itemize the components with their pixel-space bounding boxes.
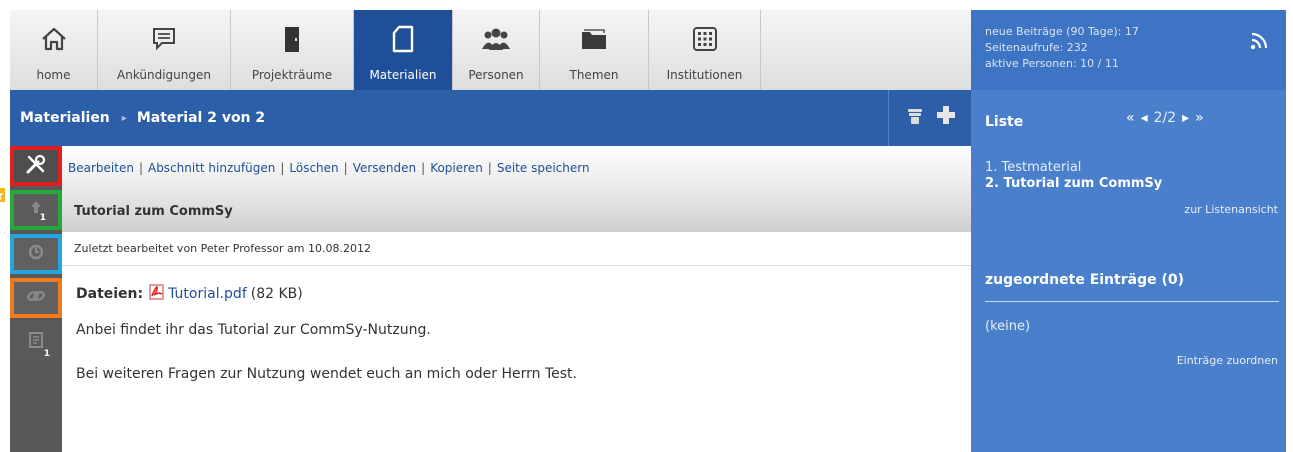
assign-entries-link[interactable]: Einträge zuordnen [1177,354,1278,367]
tab-label: Institutionen [666,68,743,82]
tab-institutions[interactable]: Institutionen [649,10,761,90]
list-item[interactable]: 1. Testmaterial [985,160,1162,176]
history-icon [27,243,45,265]
main-navigation: home Ankündigungen Projekträume Material… [10,10,971,90]
folder-icon [579,24,609,54]
copy-link[interactable]: Kopieren [430,161,483,175]
tab-project-rooms[interactable]: Projekträume [231,10,354,90]
item-title-bar: Tutorial zum CommSy [62,190,971,232]
separator: | [487,161,492,175]
announcement-icon [149,24,179,54]
new-posts-stat: neue Beiträge (90 Tage): 17 [985,25,1139,38]
item-tools-column: 1 1 [10,146,62,452]
file-link[interactable]: Tutorial.pdf [168,286,247,302]
tab-materials[interactable]: Materialien [354,10,453,90]
divider [888,90,889,146]
previous-page-icon[interactable]: ◂ [1141,110,1148,126]
upload-button[interactable]: 1 [10,190,62,230]
add-section-link[interactable]: Abschnitt hinzufügen [148,161,275,175]
room-statistics: neue Beiträge (90 Tage): 17 Seitenaufruf… [971,10,1286,90]
annotation-count: 1 [43,349,50,359]
breadcrumb: Materialien ▸ Material 2 von 2 [10,90,971,146]
last-edited-bar: Zuletzt bearbeitet von Peter Professor a… [62,232,971,266]
pdf-icon [149,284,165,304]
tab-label: Personen [468,68,524,82]
list-item-current[interactable]: 2. Tutorial zum CommSy [985,176,1162,192]
tab-home[interactable]: home [10,10,98,90]
link-icon [26,288,46,308]
breadcrumb-current: Material 2 von 2 [136,110,266,126]
upload-count: 1 [39,213,46,223]
document-icon [388,24,418,54]
door-icon [277,24,307,54]
active-persons-stat: aktive Personen: 10 / 11 [985,57,1119,70]
material-list: 1. Testmaterial 2. Tutorial zum CommSy [985,160,1162,192]
tab-label: Materialien [369,68,437,82]
rss-icon[interactable] [1250,32,1268,55]
next-page-icon[interactable]: ▸ [1182,110,1189,126]
description-paragraph: Bei weiteren Fragen zur Nutzung wendet e… [76,366,577,382]
divider [985,301,1279,302]
separator: | [343,161,348,175]
add-icon[interactable] [936,105,956,129]
save-page-link[interactable]: Seite speichern [497,161,590,175]
file-size: (82 KB) [250,286,303,302]
building-icon [690,24,720,54]
tab-label: Projekträume [251,68,333,82]
action-bar: Bearbeiten | Abschnitt hinzufügen | Lösc… [62,146,971,190]
assigned-entries-title: zugeordnete Einträge (0) [985,272,1185,288]
home-icon [39,24,69,54]
wrench-screwdriver-icon [25,153,47,179]
separator: | [280,161,285,175]
trash-icon[interactable] [906,107,924,131]
first-page-icon[interactable]: « [1126,110,1135,126]
tab-label: Ankündigungen [117,68,211,82]
link-button[interactable] [10,278,62,318]
page-views-stat: Seitenaufrufe: 232 [985,41,1088,54]
breadcrumb-separator-icon: ▸ [121,112,127,124]
delete-link[interactable]: Löschen [289,161,338,175]
list-title: Liste [985,114,1024,130]
tab-persons[interactable]: Personen [453,10,540,90]
history-button[interactable] [10,234,62,274]
people-icon [481,24,511,54]
tools-button[interactable] [10,146,62,186]
tab-label: Themen [569,68,619,82]
page-indicator: 2/2 [1153,110,1177,126]
list-view-link[interactable]: zur Listenansicht [1184,203,1278,216]
separator: | [138,161,143,175]
last-edited-text: Zuletzt bearbeitet von Peter Professor a… [74,242,371,255]
description-paragraph: Anbei findet ihr das Tutorial zur CommSy… [76,322,431,338]
pager: « ◂ 2/2 ▸ » [1123,110,1207,126]
files-row: Dateien: Tutorial.pdf (82 KB) [76,284,303,304]
list-header: Liste « ◂ 2/2 ▸ » [971,90,1286,146]
star-icon [0,187,5,202]
tab-topics[interactable]: Themen [540,10,649,90]
item-title: Tutorial zum CommSy [74,203,233,219]
edit-link[interactable]: Bearbeiten [68,161,134,175]
files-label: Dateien: [76,286,144,302]
send-link[interactable]: Versenden [353,161,416,175]
right-sidebar: Liste « ◂ 2/2 ▸ » 1. Testmaterial 2. Tut… [971,90,1286,452]
nav-filler [761,10,971,90]
tab-label: home [36,68,71,82]
separator: | [421,161,426,175]
annotations-button[interactable]: 1 [10,322,62,362]
tab-announcements[interactable]: Ankündigungen [98,10,231,90]
assigned-entries-empty: (keine) [985,319,1031,334]
annotation-icon [27,331,45,353]
last-page-icon[interactable]: » [1195,110,1204,126]
breadcrumb-section-link[interactable]: Materialien [20,110,110,126]
